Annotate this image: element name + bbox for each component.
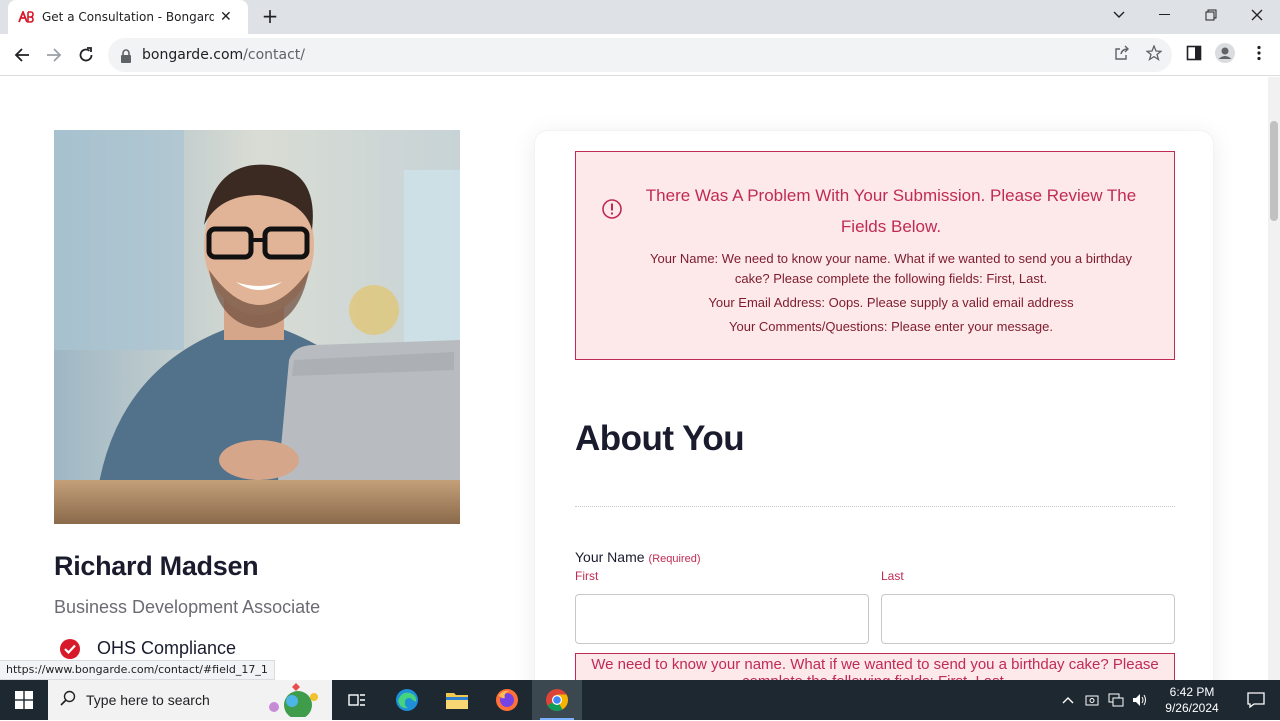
feature-item: OHS Compliance: [60, 638, 236, 659]
notification-icon[interactable]: [1232, 680, 1280, 720]
tab-close-icon[interactable]: ✕: [220, 9, 232, 25]
section-title: About You: [575, 419, 745, 458]
reload-icon[interactable]: [73, 42, 99, 68]
forward-arrow-icon[interactable]: [41, 42, 67, 68]
name-label-text: Your Name: [575, 549, 645, 565]
profile-photo: [54, 130, 460, 524]
browser-toolbar: bongarde.com/contact/: [0, 34, 1280, 76]
name-validation-message: We need to know your name. What if we wa…: [575, 653, 1175, 680]
browser-tab-strip: Get a Consultation - Bongarde H ✕ +: [0, 0, 1280, 34]
error-messages: Your Name: We need to know your name. Wh…: [636, 249, 1146, 341]
first-name-sublabel: First: [575, 569, 599, 583]
status-bar-url: https://www.bongarde.com/contact/#field_…: [0, 660, 275, 680]
error-message-link[interactable]: Your Comments/Questions: Please enter yo…: [636, 317, 1146, 337]
check-circle-icon: [60, 638, 80, 659]
lock-icon[interactable]: [120, 48, 134, 63]
restore-button[interactable]: [1188, 0, 1234, 30]
required-indicator: (Required): [648, 553, 701, 565]
error-message-link[interactable]: Your Name: We need to know your name. Wh…: [636, 249, 1146, 289]
error-heading: There Was A Problem With Your Submission…: [645, 186, 1137, 236]
browser-tab[interactable]: Get a Consultation - Bongarde H ✕: [8, 0, 248, 34]
clock-time: 6:42 PM: [1169, 685, 1215, 699]
side-panel-icon[interactable]: [1184, 43, 1204, 63]
name-field-label: Your Name (Required): [575, 549, 701, 565]
search-icon: [60, 690, 76, 710]
tray-chevron-up-icon[interactable]: [1056, 680, 1080, 720]
back-arrow-icon[interactable]: [9, 42, 35, 68]
person-title: Business Development Associate: [54, 597, 321, 617]
share-icon[interactable]: [1112, 43, 1132, 63]
taskbar-clock[interactable]: 6:42 PM 9/26/2024: [1152, 684, 1232, 716]
address-bar[interactable]: bongarde.com/contact/: [108, 38, 1172, 72]
first-name-input[interactable]: [575, 594, 869, 644]
feature-label: OHS Compliance: [97, 638, 237, 658]
network-icon[interactable]: [1104, 680, 1128, 720]
volume-icon[interactable]: [1128, 680, 1152, 720]
new-tab-button[interactable]: +: [259, 6, 281, 28]
error-message-link[interactable]: Your Email Address: Oops. Please supply …: [636, 293, 1146, 313]
task-view-icon[interactable]: [332, 680, 382, 720]
tab-search-chevron-icon[interactable]: [1096, 0, 1142, 30]
contact-form-card: There Was A Problem With Your Submission…: [534, 130, 1214, 680]
error-alert-icon: [601, 198, 623, 220]
last-name-sublabel: Last: [881, 569, 904, 583]
section-divider: [575, 506, 1175, 507]
search-placeholder: Type here to search: [86, 692, 210, 708]
profile-avatar-icon[interactable]: [1215, 43, 1235, 63]
scrollbar-thumb[interactable]: [1270, 121, 1278, 221]
clock-date: 9/26/2024: [1165, 701, 1219, 715]
file-explorer-icon[interactable]: [432, 680, 482, 720]
url-host: bongarde.com: [142, 47, 244, 63]
edge-browser-icon[interactable]: [382, 680, 432, 720]
error-summary: There Was A Problem With Your Submission…: [575, 151, 1175, 360]
firefox-icon[interactable]: [482, 680, 532, 720]
page-content: Richard Madsen Business Development Asso…: [0, 77, 1268, 680]
bookmark-star-icon[interactable]: [1144, 43, 1164, 63]
close-window-button[interactable]: [1234, 0, 1280, 30]
last-name-input[interactable]: [881, 594, 1175, 644]
minimize-button[interactable]: [1142, 0, 1188, 30]
tray-app-icon[interactable]: [1080, 680, 1104, 720]
system-tray: 6:42 PM 9/26/2024: [1056, 680, 1280, 720]
chrome-icon[interactable]: [532, 680, 582, 720]
windows-taskbar: Type here to search 6:42 PM 9/26/2024: [0, 680, 1280, 720]
url-path: /contact/: [243, 47, 305, 63]
windows-start-icon[interactable]: [0, 680, 48, 720]
tab-title: Get a Consultation - Bongarde H: [42, 10, 214, 24]
person-name: Richard Madsen: [54, 551, 259, 581]
search-highlight-icon: [262, 683, 326, 721]
browser-menu-icon[interactable]: [1249, 43, 1269, 63]
bongarde-favicon-icon: [18, 9, 34, 25]
taskbar-search-box[interactable]: Type here to search: [48, 680, 332, 720]
page-scrollbar[interactable]: [1268, 77, 1280, 680]
